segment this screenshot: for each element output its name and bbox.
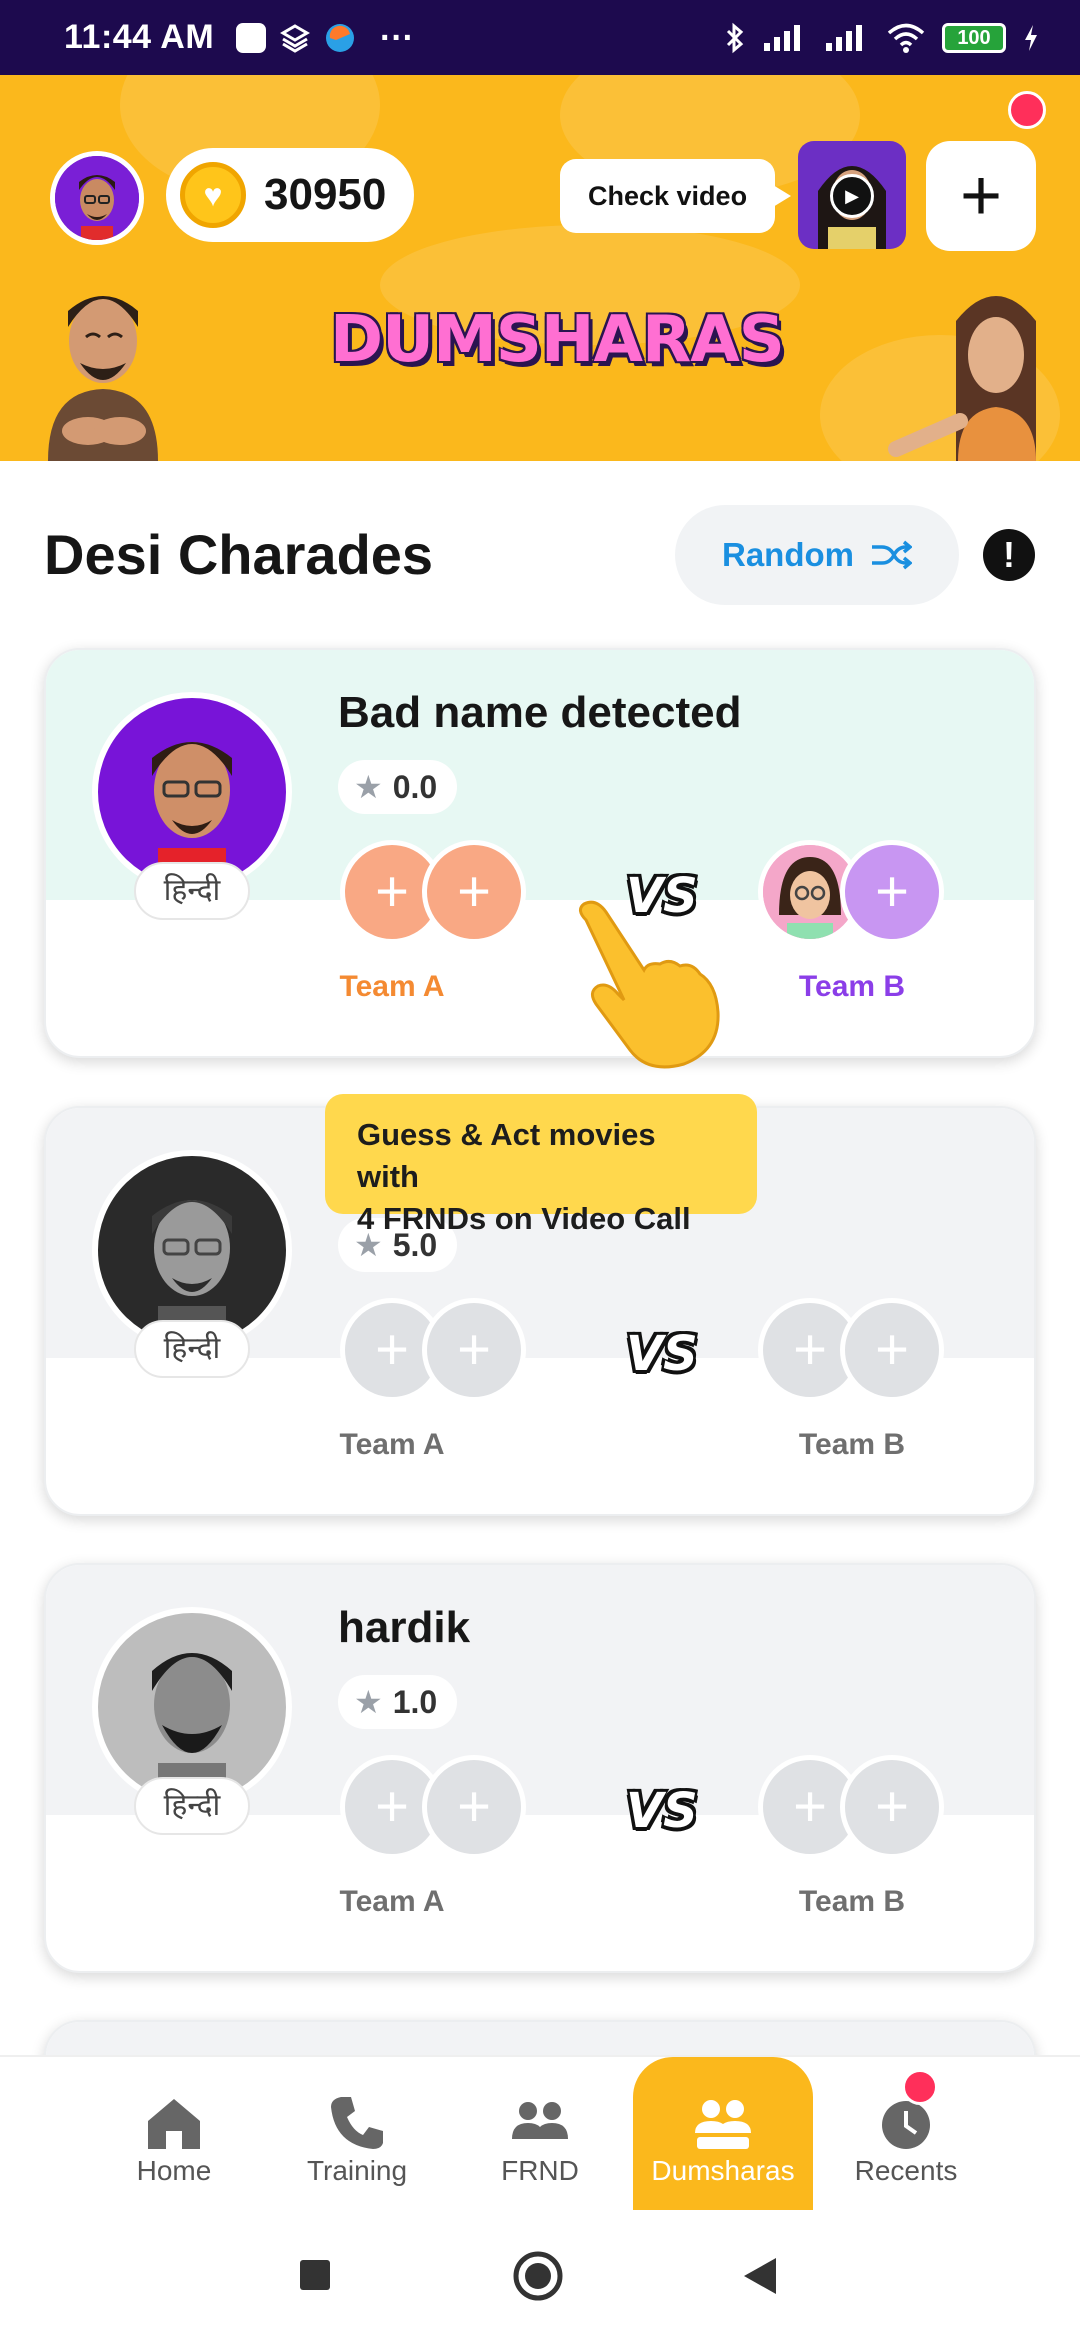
dumsharas-logo: DUMSHARAS bbox=[330, 303, 785, 377]
more-notifications-icon: ··· bbox=[380, 19, 414, 57]
pointing-hand-icon bbox=[579, 900, 720, 1069]
host-avatar-icon bbox=[152, 742, 232, 886]
coin-count: 30950 bbox=[264, 170, 387, 219]
language-pill: हिन्दी bbox=[134, 1320, 250, 1378]
nav-frnd[interactable]: FRND bbox=[450, 2057, 630, 2212]
room-name: hardik bbox=[338, 1603, 471, 1652]
nav-label: Recents bbox=[854, 2155, 958, 2186]
team-a-join-slot[interactable]: + bbox=[422, 1755, 526, 1859]
nav-label: FRND bbox=[501, 2155, 579, 2186]
team-a-join-slot[interactable]: + bbox=[422, 1298, 526, 1402]
random-button[interactable]: Random bbox=[675, 505, 959, 605]
charging-icon bbox=[1025, 25, 1037, 51]
page-title: Desi Charades bbox=[44, 523, 434, 586]
vs-label: VS bbox=[626, 1783, 698, 1839]
team-b-join-slot[interactable]: + bbox=[840, 1298, 944, 1402]
team-b-join-slot[interactable]: + bbox=[840, 1755, 944, 1859]
nav-label: Home bbox=[136, 2155, 212, 2186]
phone-icon bbox=[331, 2097, 383, 2149]
male-mascot-illustration bbox=[48, 296, 158, 461]
user-avatar-icon bbox=[55, 156, 139, 240]
onboarding-tooltip: Guess & Act movies with 4 FRNDs on Video… bbox=[325, 1094, 757, 1236]
tooltip-line: 4 FRNDs on Video Call bbox=[357, 1201, 691, 1236]
home-circle-icon[interactable] bbox=[512, 2250, 564, 2302]
team-b-label: Team B bbox=[798, 1885, 906, 1918]
team-a-label: Team A bbox=[339, 1885, 445, 1918]
team-b-label: Team B bbox=[798, 970, 906, 1003]
recents-notification-dot bbox=[902, 2069, 938, 2105]
layers-icon bbox=[280, 24, 310, 53]
profile-avatar[interactable] bbox=[50, 151, 144, 245]
nav-training[interactable]: Training bbox=[267, 2057, 447, 2212]
rating-value: 1.0 bbox=[392, 1683, 438, 1720]
team-a-join-slot[interactable]: + bbox=[422, 840, 526, 944]
rating-value: 0.0 bbox=[392, 768, 438, 805]
game-room-card[interactable]: हिन्दी Bad name detected ★ 0.0 + + VS + … bbox=[44, 648, 1036, 1058]
bottom-navigation: Home Training FRND Dumsharas Recents bbox=[0, 2055, 1080, 2212]
signal-icon-2 bbox=[826, 25, 862, 51]
recent-apps-icon[interactable] bbox=[298, 2258, 332, 2292]
play-icon: ▶ bbox=[830, 174, 874, 218]
room-name: Bad name detected bbox=[338, 688, 742, 737]
tooltip-line: Guess & Act movies with bbox=[357, 1117, 656, 1194]
notification-dot bbox=[1008, 91, 1046, 129]
star-icon: ★ bbox=[354, 769, 383, 805]
dumsharas-header: ♥ 30950 Check video ▶ + DUMSHARAS bbox=[0, 75, 1080, 461]
nav-label: Training bbox=[306, 2155, 408, 2186]
random-label: Random bbox=[722, 536, 854, 573]
language-pill: हिन्दी bbox=[134, 1777, 250, 1835]
bluetooth-icon bbox=[726, 22, 744, 54]
nav-label: Dumsharas bbox=[651, 2155, 795, 2186]
back-icon[interactable] bbox=[742, 2256, 778, 2296]
language-pill: हिन्दी bbox=[134, 862, 250, 920]
team-a-label: Team A bbox=[339, 970, 445, 1003]
game-room-card[interactable]: हिन्दी hardik ★ 1.0 + + VS + + Team A Te… bbox=[44, 1563, 1036, 1973]
check-video-bubble[interactable]: Check video bbox=[560, 159, 792, 233]
status-system-icons: 100 bbox=[724, 22, 1040, 54]
wifi-icon bbox=[887, 23, 925, 53]
create-button[interactable]: + bbox=[926, 141, 1036, 251]
team-a-label: Team A bbox=[339, 1428, 445, 1461]
system-navigation-bar bbox=[0, 2210, 1080, 2340]
host-avatar-icon bbox=[152, 1200, 232, 1344]
group-icon bbox=[695, 2100, 751, 2149]
nav-dumsharas[interactable]: Dumsharas bbox=[633, 2057, 813, 2212]
status-notification-icons: ··· bbox=[236, 19, 414, 57]
edge-browser-icon bbox=[326, 24, 354, 52]
room-rating: ★ 1.0 bbox=[338, 1675, 458, 1729]
nav-home[interactable]: Home bbox=[84, 2057, 264, 2212]
shuffle-icon bbox=[872, 540, 912, 570]
video-thumbnail[interactable]: ▶ bbox=[798, 141, 906, 249]
female-mascot-illustration bbox=[888, 296, 1036, 461]
team-b-label: Team B bbox=[798, 1428, 906, 1461]
status-time: 11:44 AM bbox=[64, 18, 215, 56]
battery-icon: 100 bbox=[942, 23, 1006, 53]
host-avatar-icon bbox=[152, 1653, 232, 1801]
vs-label: VS bbox=[626, 1326, 698, 1382]
friends-icon bbox=[512, 2102, 568, 2139]
room-rating: ★ 0.0 bbox=[338, 760, 458, 814]
info-button[interactable]: ! bbox=[983, 529, 1035, 581]
mi-icon bbox=[236, 23, 266, 53]
star-icon: ★ bbox=[354, 1684, 383, 1720]
coin-balance[interactable]: ♥ 30950 bbox=[166, 148, 414, 242]
coin-heart-icon: ♥ bbox=[180, 162, 246, 228]
home-icon bbox=[148, 2099, 200, 2149]
status-bar: 11:44 AM ··· 100 bbox=[0, 0, 1080, 75]
team-b-join-slot[interactable]: + bbox=[840, 840, 944, 944]
signal-icon bbox=[764, 25, 800, 51]
